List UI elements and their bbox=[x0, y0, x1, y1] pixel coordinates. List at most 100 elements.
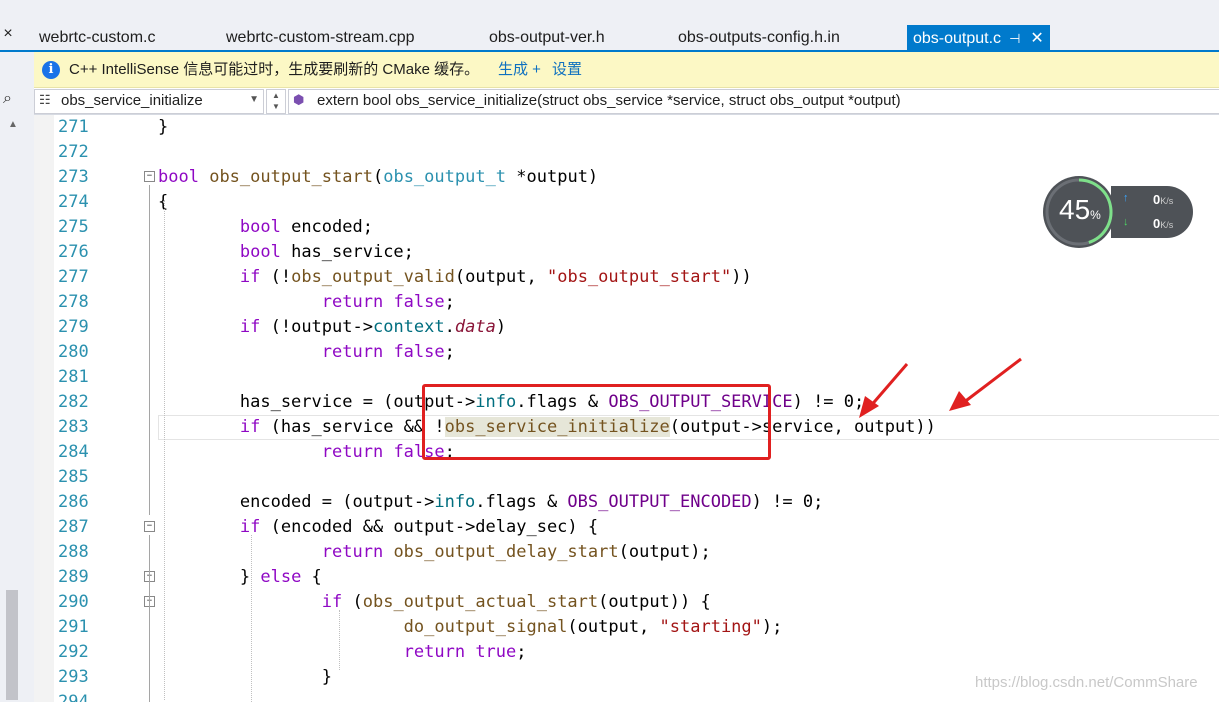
line-number: 292 bbox=[58, 642, 89, 662]
code-text: if (encoded && output->delay_sec) { bbox=[239, 517, 599, 537]
cube-icon: ⬢ bbox=[293, 92, 305, 107]
code-line: 276 bool has_service; bbox=[34, 240, 1219, 265]
line-number: 279 bbox=[58, 317, 89, 337]
code-text: } else { bbox=[158, 567, 322, 587]
line-number: 284 bbox=[58, 442, 89, 462]
tab-webrtc-custom-stream-cpp[interactable]: webrtc-custom-stream.cpp bbox=[226, 28, 415, 50]
code-line: 286 encoded = (output->info.flags & OBS_… bbox=[34, 490, 1219, 515]
close-tab-icon[interactable]: ✕ bbox=[1030, 30, 1043, 47]
annotation-highlight-box bbox=[422, 384, 771, 460]
chevron-down-icon[interactable]: ▼ bbox=[249, 94, 259, 105]
indent-guide bbox=[251, 535, 252, 702]
scroll-up-icon[interactable]: ▲ bbox=[8, 119, 18, 130]
collapse-icon[interactable]: − bbox=[144, 171, 155, 182]
pin-icon[interactable]: ⊣ bbox=[1009, 31, 1020, 46]
line-number: 277 bbox=[58, 267, 89, 287]
code-text: bool has_service; bbox=[239, 242, 414, 262]
scrollbar-thumb[interactable] bbox=[6, 590, 18, 700]
percent-sign: % bbox=[1090, 208, 1101, 222]
code-line: 277 if (!obs_output_valid(output, "obs_o… bbox=[34, 265, 1219, 290]
tab-label: obs-output.c bbox=[913, 30, 1002, 47]
tab-webrtc-custom-c[interactable]: webrtc-custom.c bbox=[39, 28, 155, 50]
code-text: return obs_output_delay_start(output); bbox=[321, 542, 711, 562]
code-line: 275 bool encoded; bbox=[34, 215, 1219, 240]
line-number: 290 bbox=[58, 592, 89, 612]
navigation-bar: ☷ obs_service_initialize ▼ ▲ ▼ ⬢ extern b… bbox=[34, 88, 1219, 115]
fold-guide bbox=[149, 185, 150, 515]
code-text: bool obs_output_start(obs_output_t *outp… bbox=[158, 167, 599, 187]
tab-obs-outputs-config-h-in[interactable]: obs-outputs-config.h.in bbox=[678, 28, 840, 50]
line-number: 276 bbox=[58, 242, 89, 262]
cpu-percent-value: 45 bbox=[1059, 194, 1091, 225]
close-icon[interactable]: × bbox=[0, 25, 16, 43]
line-number: 282 bbox=[58, 392, 89, 412]
member-dropdown-value: extern bool obs_service_initialize(struc… bbox=[317, 92, 901, 109]
code-line: 288 return obs_output_delay_start(output… bbox=[34, 540, 1219, 565]
code-line: 280 return false; bbox=[34, 340, 1219, 365]
line-number: 275 bbox=[58, 217, 89, 237]
code-text: } bbox=[158, 117, 169, 137]
code-text: return false; bbox=[321, 442, 455, 462]
member-dropdown[interactable]: ⬢ extern bool obs_service_initialize(str… bbox=[288, 89, 1219, 114]
left-tool-strip: ⌕ ▲ bbox=[0, 52, 35, 702]
network-monitor-widget[interactable]: ↑ 0K/s ↓ 0K/s 45% bbox=[1043, 176, 1193, 248]
upload-arrow-icon: ↑ bbox=[1123, 192, 1129, 204]
code-text: if (!obs_output_valid(output, "obs_outpu… bbox=[239, 267, 752, 287]
code-text: if (obs_output_actual_start(output)) { bbox=[321, 592, 711, 612]
code-line: 289− } else { bbox=[34, 565, 1219, 590]
code-line: 292 return true; bbox=[34, 640, 1219, 665]
annotation-arrow bbox=[949, 357, 1022, 411]
line-number: 287 bbox=[58, 517, 89, 537]
code-line: 287 − if (encoded && output->delay_sec) { bbox=[34, 515, 1219, 540]
code-line: 285 bbox=[34, 465, 1219, 490]
infobar-message: C++ IntelliSense 信息可能过时，生成要刷新的 CMake 缓存。 bbox=[69, 61, 480, 78]
line-number: 272 bbox=[58, 142, 89, 162]
code-text: encoded = (output->info.flags & OBS_OUTP… bbox=[158, 492, 824, 512]
function-scope-icon: ☷ bbox=[39, 92, 51, 107]
split-spinner[interactable]: ▲ ▼ bbox=[266, 89, 286, 114]
scope-dropdown[interactable]: ☷ obs_service_initialize ▼ bbox=[34, 89, 264, 114]
code-line: 278 return false; bbox=[34, 290, 1219, 315]
annotation-arrow bbox=[859, 363, 909, 418]
code-line: 273 − bool obs_output_start(obs_output_t *… bbox=[34, 165, 1219, 190]
intellisense-infobar: i C++ IntelliSense 信息可能过时，生成要刷新的 CMake 缓… bbox=[34, 52, 1219, 88]
line-number: 289 bbox=[58, 567, 89, 587]
line-number: 294 bbox=[58, 692, 89, 702]
cpu-percent: 45% bbox=[1059, 194, 1101, 226]
line-number: 281 bbox=[58, 367, 89, 387]
info-icon: i bbox=[42, 61, 60, 79]
scope-dropdown-value: obs_service_initialize bbox=[61, 92, 203, 109]
line-number: 283 bbox=[58, 417, 89, 437]
download-arrow-icon: ↓ bbox=[1123, 216, 1129, 228]
tab-obs-output-ver-h[interactable]: obs-output-ver.h bbox=[489, 28, 605, 50]
tab-obs-output-c[interactable]: obs-output.c ⊣ ✕ bbox=[907, 25, 1050, 50]
line-number: 273 bbox=[58, 167, 89, 187]
indent-guide bbox=[339, 610, 340, 670]
code-text: bool encoded; bbox=[239, 217, 373, 237]
watermark: https://blog.csdn.net/CommShare bbox=[975, 674, 1198, 691]
search-icon[interactable]: ⌕ bbox=[3, 90, 12, 108]
code-line: 274{ bbox=[34, 190, 1219, 215]
download-unit: K/s bbox=[1160, 220, 1174, 230]
code-line: 272 bbox=[34, 140, 1219, 165]
code-text: } bbox=[158, 667, 332, 687]
code-line: 294 bbox=[34, 690, 1219, 702]
line-number: 285 bbox=[58, 467, 89, 487]
upload-unit: K/s bbox=[1160, 196, 1174, 206]
line-number: 274 bbox=[58, 192, 89, 212]
code-text: return true; bbox=[403, 642, 527, 662]
settings-link[interactable]: 设置 bbox=[552, 52, 582, 87]
code-text: return false; bbox=[321, 292, 455, 312]
line-number: 278 bbox=[58, 292, 89, 312]
speed-panel: ↑ 0K/s ↓ 0K/s bbox=[1111, 186, 1193, 238]
window-edge bbox=[1210, 0, 1219, 24]
line-number: 291 bbox=[58, 617, 89, 637]
code-line: 291 do_output_signal(output, "starting")… bbox=[34, 615, 1219, 640]
code-line: 279 if (!output->context.data) bbox=[34, 315, 1219, 340]
collapse-icon[interactable]: − bbox=[144, 521, 155, 532]
line-number: 288 bbox=[58, 542, 89, 562]
line-number: 286 bbox=[58, 492, 89, 512]
build-link[interactable]: 生成 + bbox=[498, 52, 541, 87]
indent-guide bbox=[164, 200, 165, 700]
code-line: 271} bbox=[34, 115, 1219, 140]
